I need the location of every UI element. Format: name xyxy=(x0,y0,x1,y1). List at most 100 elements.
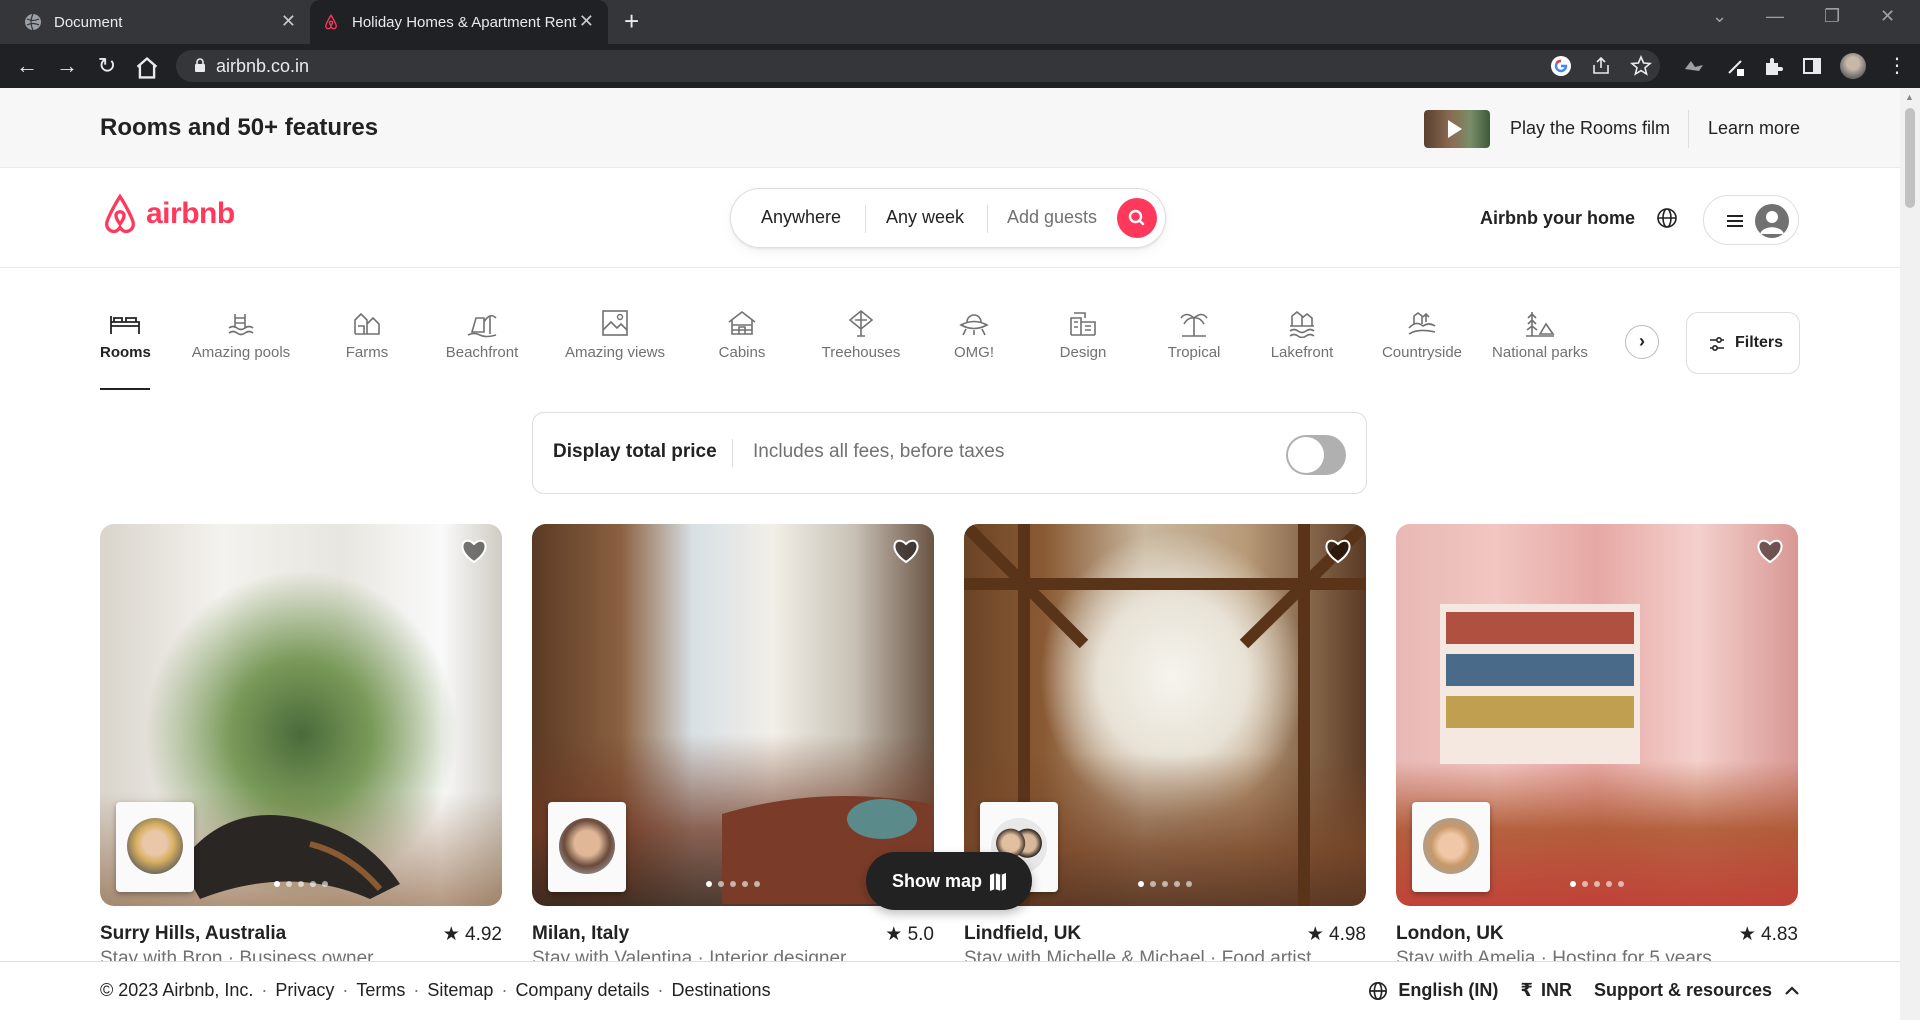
tab-search-icon[interactable]: ⌄ xyxy=(1712,6,1727,27)
side-panel-icon[interactable] xyxy=(1801,55,1823,77)
listing-card[interactable]: Lindfield, UK ★ 4.98 Stay with Michelle … xyxy=(964,524,1366,969)
listing-photo[interactable] xyxy=(532,524,934,906)
reload-icon[interactable]: ↻ xyxy=(94,53,120,79)
heart-icon[interactable] xyxy=(892,538,920,564)
category-lakefront[interactable]: Lakefront xyxy=(1267,308,1337,398)
minimize-icon[interactable]: — xyxy=(1766,6,1784,27)
category-amazing-views[interactable]: Amazing views xyxy=(562,308,668,398)
category-countryside[interactable]: Countryside xyxy=(1378,308,1466,398)
address-bar[interactable]: airbnb.co.in xyxy=(176,50,1660,82)
ufo-icon xyxy=(959,314,989,336)
footer-link-privacy[interactable]: Privacy xyxy=(275,980,334,1000)
category-national-parks[interactable]: National parks xyxy=(1472,308,1608,398)
rating-value: 5.0 xyxy=(907,924,934,945)
category-label: Rooms xyxy=(100,344,151,361)
host-your-home-link[interactable]: Airbnb your home xyxy=(1480,208,1635,229)
category-cabins[interactable]: Cabins xyxy=(715,308,769,398)
footer-link-sitemap[interactable]: Sitemap xyxy=(427,980,493,1000)
sliders-icon xyxy=(1710,337,1724,351)
airbnb-logo[interactable]: airbnb xyxy=(100,193,235,235)
listing-card[interactable]: Surry Hills, Australia ★ 4.92 Stay with … xyxy=(100,524,502,969)
maximize-icon[interactable]: ❐ xyxy=(1824,6,1840,27)
home-icon[interactable] xyxy=(134,55,160,81)
bookmark-star-icon[interactable] xyxy=(1630,55,1652,77)
chevron-right-icon[interactable]: › xyxy=(1625,325,1659,359)
globe-icon[interactable] xyxy=(1656,207,1678,229)
show-map-label: Show map xyxy=(892,871,983,891)
footer-link-terms[interactable]: Terms xyxy=(356,980,405,1000)
heart-icon[interactable] xyxy=(460,538,488,564)
category-tropical[interactable]: Tropical xyxy=(1163,308,1225,398)
heart-icon[interactable] xyxy=(1756,538,1784,564)
filters-button[interactable]: Filters xyxy=(1686,312,1800,374)
category-treehouses[interactable]: Treehouses xyxy=(816,308,906,398)
listing-card[interactable]: London, UK ★ 4.83 Stay with Amelia · Hos… xyxy=(1396,524,1798,969)
browser-menu-icon[interactable]: ⋮ xyxy=(1884,53,1910,79)
forward-arrow-icon[interactable]: → xyxy=(54,53,80,79)
share-icon[interactable] xyxy=(1590,55,1612,77)
play-film-link[interactable]: Play the Rooms film xyxy=(1510,118,1670,139)
browser-tab-bar: Document ✕ Holiday Homes & Apartment Ren… xyxy=(0,0,1920,44)
extension-pen-icon[interactable] xyxy=(1725,55,1747,77)
learn-more-link[interactable]: Learn more xyxy=(1708,118,1800,139)
star-icon: ★ xyxy=(442,924,460,945)
listing-card[interactable]: Milan, Italy ★ 5.0 Stay with Valentina ·… xyxy=(532,524,934,969)
currency-selector[interactable]: ₹ INR xyxy=(1520,980,1572,1001)
category-farms[interactable]: Farms xyxy=(341,308,393,398)
star-icon: ★ xyxy=(885,924,903,945)
farm-icon xyxy=(354,312,380,335)
category-beachfront[interactable]: Beachfront xyxy=(442,308,522,398)
search-icon xyxy=(1128,209,1145,226)
google-icon[interactable] xyxy=(1550,55,1572,77)
footer-link-destinations[interactable]: Destinations xyxy=(672,980,771,1000)
total-price-switch[interactable] xyxy=(1286,435,1346,475)
profile-avatar[interactable] xyxy=(1840,53,1866,79)
countryside-icon xyxy=(1408,312,1436,335)
cabin-icon xyxy=(728,310,756,335)
globe-icon xyxy=(1369,981,1388,1000)
scroll-up-arrow-icon[interactable]: ▲ xyxy=(1905,92,1914,102)
total-price-toggle-panel: Display total price Includes all fees, b… xyxy=(532,412,1367,494)
scrollbar-thumb[interactable] xyxy=(1905,108,1915,208)
listing-photo[interactable] xyxy=(964,524,1366,906)
close-window-icon[interactable]: ✕ xyxy=(1880,6,1895,27)
category-label: Countryside xyxy=(1381,344,1463,361)
star-icon: ★ xyxy=(1738,924,1756,945)
browser-tab-airbnb[interactable]: Holiday Homes & Apartment Rentals - Airb… xyxy=(310,0,608,44)
close-tab-icon[interactable]: ✕ xyxy=(579,11,594,32)
new-tab-icon[interactable]: + xyxy=(624,6,639,37)
category-omg[interactable]: OMG! xyxy=(952,308,996,398)
extensions-puzzle-icon[interactable] xyxy=(1762,55,1784,77)
footer-link-company-details[interactable]: Company details xyxy=(515,980,649,1000)
site-header: airbnb Anywhere Any week Add guests Airb… xyxy=(0,168,1900,268)
page-scrollbar[interactable]: ▲ xyxy=(1900,88,1920,1020)
hamburger-menu-icon xyxy=(1727,215,1743,227)
category-amazing-pools[interactable]: Amazing pools xyxy=(188,308,294,398)
category-design[interactable]: Design xyxy=(1057,308,1109,398)
url-text: airbnb.co.in xyxy=(216,56,310,76)
search-bar[interactable]: Anywhere Any week Add guests xyxy=(730,188,1166,248)
close-tab-icon[interactable]: ✕ xyxy=(281,11,296,32)
promo-banner: Rooms and 50+ features Play the Rooms fi… xyxy=(0,88,1900,168)
category-label: National parks xyxy=(1492,344,1588,361)
user-menu-button[interactable] xyxy=(1703,195,1799,245)
back-arrow-icon[interactable]: ← xyxy=(14,53,40,79)
search-button[interactable] xyxy=(1117,198,1157,238)
support-resources-button[interactable]: Support & resources xyxy=(1594,980,1800,1001)
show-map-button[interactable]: Show map xyxy=(866,852,1032,910)
listing-photo[interactable] xyxy=(100,524,502,906)
extension-shark-icon[interactable] xyxy=(1683,55,1705,77)
film-thumbnail[interactable] xyxy=(1424,110,1490,148)
search-add-guests[interactable]: Add guests xyxy=(1007,207,1097,228)
search-any-week[interactable]: Any week xyxy=(886,207,964,228)
browser-tab-document[interactable]: Document ✕ xyxy=(12,0,310,44)
language-selector[interactable]: English (IN) xyxy=(1368,980,1498,1001)
map-icon xyxy=(990,873,1006,891)
footer-links: © 2023 Airbnb, Inc. · Privacy · Terms · Sitema… xyxy=(100,980,771,1000)
search-anywhere[interactable]: Anywhere xyxy=(761,207,841,228)
host-avatar xyxy=(559,818,615,874)
listing-photo[interactable] xyxy=(1396,524,1798,906)
category-rooms[interactable]: Rooms xyxy=(100,308,151,398)
listing-rating: ★ 4.83 xyxy=(1739,923,1798,946)
heart-icon[interactable] xyxy=(1324,538,1352,564)
